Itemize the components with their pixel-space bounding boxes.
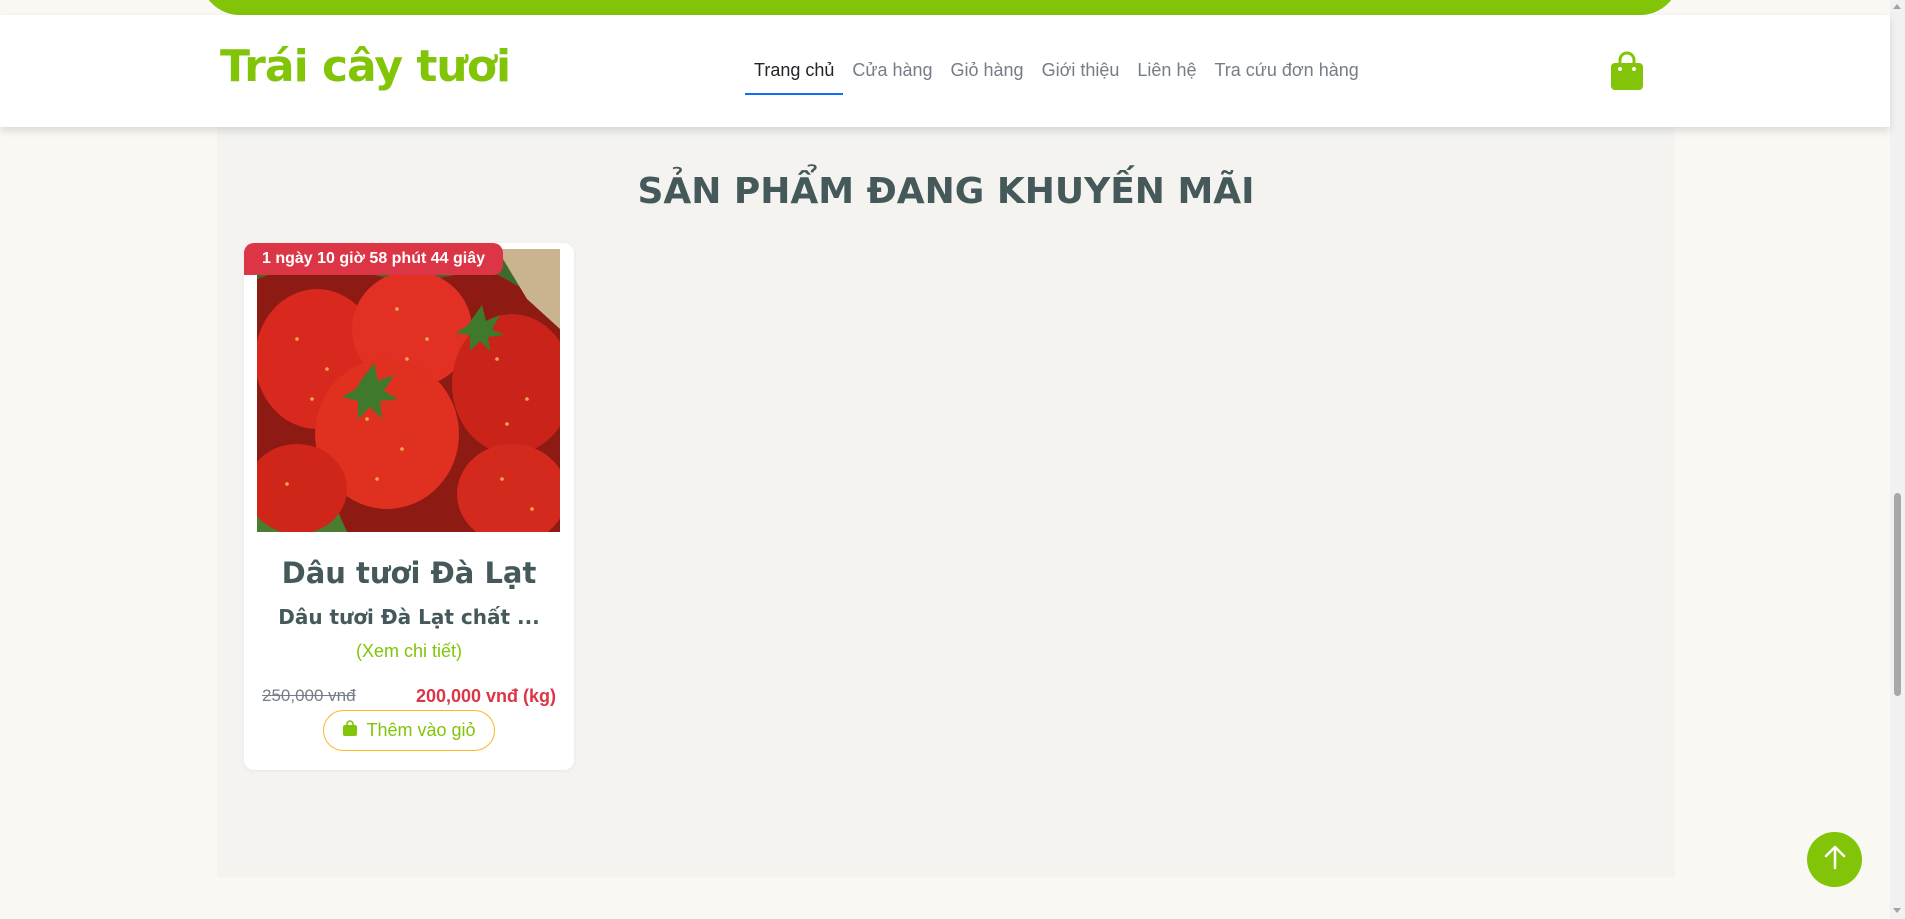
top-banner-bar [200, 0, 1680, 15]
back-to-top-button[interactable] [1807, 832, 1862, 887]
section-title: SẢN PHẨM ĐANG KHUYẾN MÃI [637, 171, 1255, 212]
add-to-cart-button[interactable]: Thêm vào giỏ [323, 710, 495, 751]
nav-link-about[interactable]: Giới thiệu [1033, 55, 1129, 95]
add-to-cart-label: Thêm vào giỏ [366, 720, 476, 740]
arrow-up-icon [1821, 843, 1849, 876]
nav-link-home[interactable]: Trang chủ [745, 55, 844, 95]
nav-link-shop[interactable]: Cửa hàng [843, 55, 941, 95]
nav-links: Trang chủ Cửa hàng Giỏ hàng Giới thiệu L… [745, 55, 1368, 95]
shopping-bag-icon[interactable] [1609, 51, 1645, 91]
scroll-down-arrow-icon[interactable] [1893, 908, 1901, 913]
nav-link-order-lookup[interactable]: Tra cứu đơn hàng [1205, 55, 1367, 95]
countdown-badge: 1 ngày 10 giờ 58 phút 44 giây [244, 243, 504, 275]
view-detail-link[interactable]: (Xem chi tiết) [244, 641, 574, 662]
sale-price: 200,000 vnđ (kg) [415, 686, 556, 706]
brand-logo[interactable]: Trái cây tươi [220, 41, 511, 92]
product-name: Dâu tươi Đà Lạt [281, 556, 537, 590]
old-price: 250,000 vnđ [262, 686, 356, 705]
scroll-up-arrow-icon[interactable] [1893, 4, 1901, 9]
product-image[interactable] [257, 249, 560, 532]
shopping-bag-icon [342, 719, 358, 742]
product-description: Dâu tươi Đà Lạt chất ... [278, 605, 540, 629]
page-scrollbar[interactable] [1890, 0, 1905, 919]
main-navbar: Trái cây tươi Trang chủ Cửa hàng Giỏ hàn… [0, 15, 1890, 127]
nav-link-cart[interactable]: Giỏ hàng [942, 55, 1033, 95]
scrollbar-thumb[interactable] [1894, 493, 1901, 696]
nav-link-contact[interactable]: Liên hệ [1128, 55, 1205, 95]
product-card: 1 ngày 10 giờ 58 phút 44 giây Dâu tươi Đ… [244, 243, 574, 770]
